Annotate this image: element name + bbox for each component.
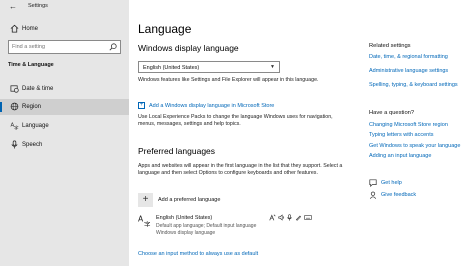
search-input[interactable]	[12, 42, 107, 52]
preferred-description: Apps and websites will appear in the fir…	[138, 163, 343, 176]
window-title: Settings	[28, 3, 48, 9]
question-link-store-region[interactable]: Changing Microsoft Store region	[369, 122, 448, 128]
home-icon	[9, 24, 19, 34]
sidebar-item-language[interactable]: A字 Language	[0, 118, 129, 134]
sidebar-item-label: Region	[22, 104, 42, 110]
search-icon[interactable]	[109, 43, 117, 51]
question-link-speak-language[interactable]: Get Windows to speak your language	[369, 143, 460, 149]
language-detail: Windows display language	[156, 230, 216, 236]
related-settings-heading: Related settings	[369, 43, 411, 49]
related-link-spelling-typing[interactable]: Spelling, typing, & keyboard settings	[369, 82, 458, 88]
language-icon: A字	[9, 121, 19, 131]
display-language-heading: Windows display language	[138, 43, 239, 53]
globe-icon	[9, 102, 19, 112]
input-method-link[interactable]: Choose an input method to always use as …	[138, 251, 258, 257]
sidebar-item-speech[interactable]: Speech	[0, 137, 129, 153]
display-language-select[interactable]: English (United States) ▼	[138, 61, 280, 73]
svg-text:字: 字	[14, 125, 19, 130]
svg-text:字: 字	[144, 219, 151, 227]
nav-home-label: Home	[22, 26, 39, 32]
display-language-feature-icon	[269, 214, 276, 223]
add-icon: +	[138, 102, 145, 109]
help-chat-icon	[369, 179, 377, 189]
sidebar-item-region[interactable]: Region	[0, 99, 129, 115]
microphone-icon	[9, 140, 19, 150]
chevron-down-icon: ▼	[270, 64, 275, 70]
display-language-value: English (United States)	[143, 64, 200, 71]
language-detail: Default app language; Default input lang…	[156, 223, 257, 229]
search-box[interactable]	[8, 40, 121, 54]
give-feedback-label: Give feedback	[381, 192, 417, 198]
lep-text: Use Local Experience Packs to change the…	[138, 114, 333, 127]
sidebar-item-label: Speech	[22, 142, 43, 148]
add-language-label: Add a preferred language	[158, 197, 221, 203]
preferred-languages-heading: Preferred languages	[138, 146, 216, 156]
get-help-label: Get help	[381, 180, 402, 186]
speech-feature-icon	[278, 214, 285, 223]
section-label: Time & Language	[8, 62, 54, 68]
back-arrow-icon[interactable]: ←	[9, 2, 17, 11]
keyboard-feature-icon	[304, 214, 312, 223]
sidebar: ← Settings Home Time & Language Date & t…	[0, 0, 129, 266]
feedback-icon	[369, 191, 377, 201]
sidebar-item-date-time[interactable]: Date & time	[0, 81, 129, 97]
question-link-accents[interactable]: Typing letters with accents	[369, 132, 434, 138]
handwriting-feature-icon	[295, 214, 302, 223]
title-bar: ← Settings	[0, 0, 129, 14]
calendar-clock-icon	[9, 84, 19, 94]
question-heading: Have a question?	[369, 110, 415, 116]
related-link-regional-formatting[interactable]: Date, time, & regional formatting	[369, 54, 448, 60]
microphone-feature-icon	[286, 214, 293, 223]
related-link-admin-language[interactable]: Administrative language settings	[369, 68, 448, 74]
sidebar-item-label: Language	[22, 123, 49, 129]
plus-icon: +	[138, 193, 153, 207]
page-title: Language	[138, 22, 192, 36]
language-list-item[interactable]: A字 English (United States) Default app l…	[138, 214, 333, 240]
question-link-input-language[interactable]: Adding an input language	[369, 153, 431, 159]
nav-home[interactable]: Home	[0, 21, 129, 37]
sidebar-item-label: Date & time	[22, 86, 54, 92]
store-link[interactable]: Add a Windows display language in Micros…	[149, 103, 274, 109]
language-icon: A字	[138, 214, 151, 229]
display-language-note: Windows features like Settings and File …	[138, 77, 319, 83]
language-name: English (United States)	[156, 215, 213, 221]
